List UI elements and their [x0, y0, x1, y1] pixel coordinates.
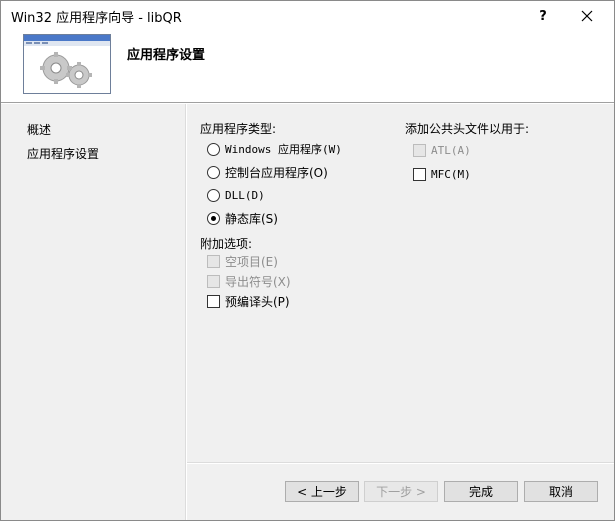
extra-options-label: 附加选项: [200, 237, 253, 251]
button-bar-divider [187, 462, 614, 464]
checkbox-empty-project-box[interactable] [207, 254, 220, 268]
wizard-banner-image [23, 34, 111, 94]
header-title: 应用程序设置 [127, 48, 206, 63]
settings-panel: 应用程序类型: Windows 应用程序(W) 控制台应用程序(O) DLL(D… [187, 107, 612, 465]
radio-console-app[interactable]: 控制台应用程序(O) [207, 163, 328, 181]
checkbox-export-symbols[interactable]: 导出符号(X) [207, 272, 291, 290]
radio-console-app-indicator[interactable] [207, 165, 220, 179]
checkbox-mfc-box[interactable] [413, 167, 426, 181]
radio-console-app-label: 控制台应用程序(O) [225, 165, 328, 180]
radio-static-lib[interactable]: 静态库(S) [207, 209, 278, 227]
app-type-label: 应用程序类型: [200, 122, 277, 136]
radio-windows-app[interactable]: Windows 应用程序(W) [207, 140, 342, 158]
wizard-nav: 概述 应用程序设置 [1, 104, 185, 520]
checkbox-mfc-label: MFC(M) [431, 167, 471, 181]
prev-button[interactable]: < 上一步 [285, 481, 359, 502]
window-title: Win32 应用程序向导 - libQR [11, 11, 182, 26]
checkbox-precompiled-header[interactable]: 预编译头(P) [207, 292, 290, 310]
help-button[interactable]: ? [521, 3, 565, 29]
checkbox-mfc[interactable]: MFC(M) [413, 165, 471, 183]
radio-windows-app-label: Windows 应用程序(W) [225, 143, 342, 156]
checkbox-export-symbols-box[interactable] [207, 274, 220, 288]
checkbox-precompiled-header-label: 预编译头(P) [225, 294, 290, 309]
radio-static-lib-indicator[interactable] [207, 211, 220, 225]
cancel-button[interactable]: 取消 [524, 481, 598, 502]
wizard-body: 概述 应用程序设置 应用程序类型: Windows 应用程序(W) 控制台应用程… [1, 104, 614, 520]
checkbox-empty-project-label: 空项目(E) [225, 254, 278, 269]
nav-item-app-settings[interactable]: 应用程序设置 [27, 145, 99, 162]
common-headers-label: 添加公共头文件以用于: [405, 122, 530, 136]
radio-windows-app-indicator[interactable] [207, 142, 220, 156]
radio-dll[interactable]: DLL(D) [207, 186, 265, 204]
wizard-header: 应用程序设置 [1, 30, 614, 103]
radio-dll-indicator[interactable] [207, 188, 220, 202]
checkbox-export-symbols-label: 导出符号(X) [225, 274, 291, 289]
close-icon [581, 10, 593, 22]
checkbox-atl[interactable]: ATL(A) [413, 141, 471, 159]
gears-icon [24, 35, 110, 93]
checkbox-empty-project[interactable]: 空项目(E) [207, 252, 278, 270]
radio-dll-label: DLL(D) [225, 188, 265, 202]
checkbox-atl-label: ATL(A) [431, 143, 471, 157]
wizard-window: Win32 应用程序向导 - libQR ? 应用程序设置 概述 应用程序设置 … [0, 0, 615, 521]
radio-static-lib-label: 静态库(S) [225, 211, 278, 226]
checkbox-atl-box[interactable] [413, 143, 426, 157]
next-button[interactable]: 下一步 > [364, 481, 438, 502]
checkbox-precompiled-header-box[interactable] [207, 294, 220, 308]
close-button[interactable] [565, 3, 609, 29]
finish-button[interactable]: 完成 [444, 481, 518, 502]
nav-item-overview[interactable]: 概述 [27, 121, 51, 138]
title-bar: Win32 应用程序向导 - libQR ? [1, 1, 614, 30]
